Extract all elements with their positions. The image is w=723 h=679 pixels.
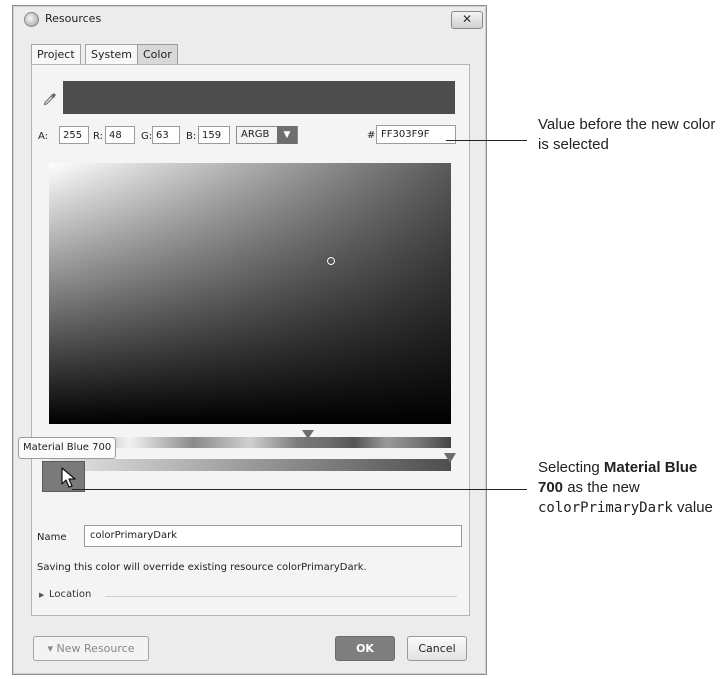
location-section-toggle[interactable]: Location xyxy=(49,589,91,600)
tab-color[interactable]: Color xyxy=(137,44,178,65)
green-label: G: xyxy=(141,131,153,142)
swatch-tooltip: Material Blue 700 xyxy=(18,437,117,459)
alpha-slider-thumb[interactable] xyxy=(444,453,456,463)
alpha-slider[interactable] xyxy=(49,459,451,471)
red-field[interactable]: 48 xyxy=(105,126,135,144)
mouse-pointer-icon xyxy=(61,467,76,488)
color-preview xyxy=(63,81,455,114)
blue-field[interactable]: 159 xyxy=(198,126,230,144)
callout-resource-name: colorPrimaryDark xyxy=(538,500,673,516)
red-label: R: xyxy=(93,131,104,142)
tab-project[interactable]: Project xyxy=(31,44,81,65)
hue-slider-thumb[interactable] xyxy=(302,430,314,439)
callout-line-hex xyxy=(446,140,527,141)
alpha-field[interactable]: 255 xyxy=(59,126,89,144)
callout-text: Selecting xyxy=(538,459,604,476)
app-icon xyxy=(24,12,39,27)
color-selector-handle[interactable] xyxy=(327,257,335,265)
callout-text: value xyxy=(672,499,713,516)
tab-system[interactable]: System xyxy=(85,44,139,65)
saturation-value-field[interactable] xyxy=(49,163,451,424)
name-field[interactable]: colorPrimaryDark xyxy=(84,525,462,547)
alpha-label: A: xyxy=(38,131,49,142)
override-warning: Saving this color will override existing… xyxy=(37,562,367,573)
title-bar[interactable]: Resources ✕ xyxy=(13,6,486,30)
expand-arrow-icon[interactable]: ▶ xyxy=(39,591,44,599)
callout-swatch-selection: Selecting Material Blue 700 as the new c… xyxy=(538,458,723,518)
cancel-button[interactable]: Cancel xyxy=(407,636,467,661)
callout-hex-value: Value before the new color is selected xyxy=(538,116,716,153)
hex-label: # xyxy=(367,130,376,141)
new-resource-button[interactable]: ▾ New Resource xyxy=(33,636,149,661)
green-field[interactable]: 63 xyxy=(152,126,180,144)
window-title: Resources xyxy=(45,12,102,25)
ok-button[interactable]: OK xyxy=(335,636,395,661)
callout-text: as the new xyxy=(563,479,640,496)
name-label: Name xyxy=(37,532,67,543)
close-button[interactable]: ✕ xyxy=(451,11,483,29)
hex-field[interactable]: FF303F9F xyxy=(376,125,456,144)
chevron-down-icon[interactable]: ▼ xyxy=(277,126,297,144)
callout-line-swatch xyxy=(72,489,527,490)
blue-label: B: xyxy=(186,131,197,142)
divider xyxy=(105,596,457,597)
eyedropper-icon[interactable] xyxy=(43,92,57,106)
